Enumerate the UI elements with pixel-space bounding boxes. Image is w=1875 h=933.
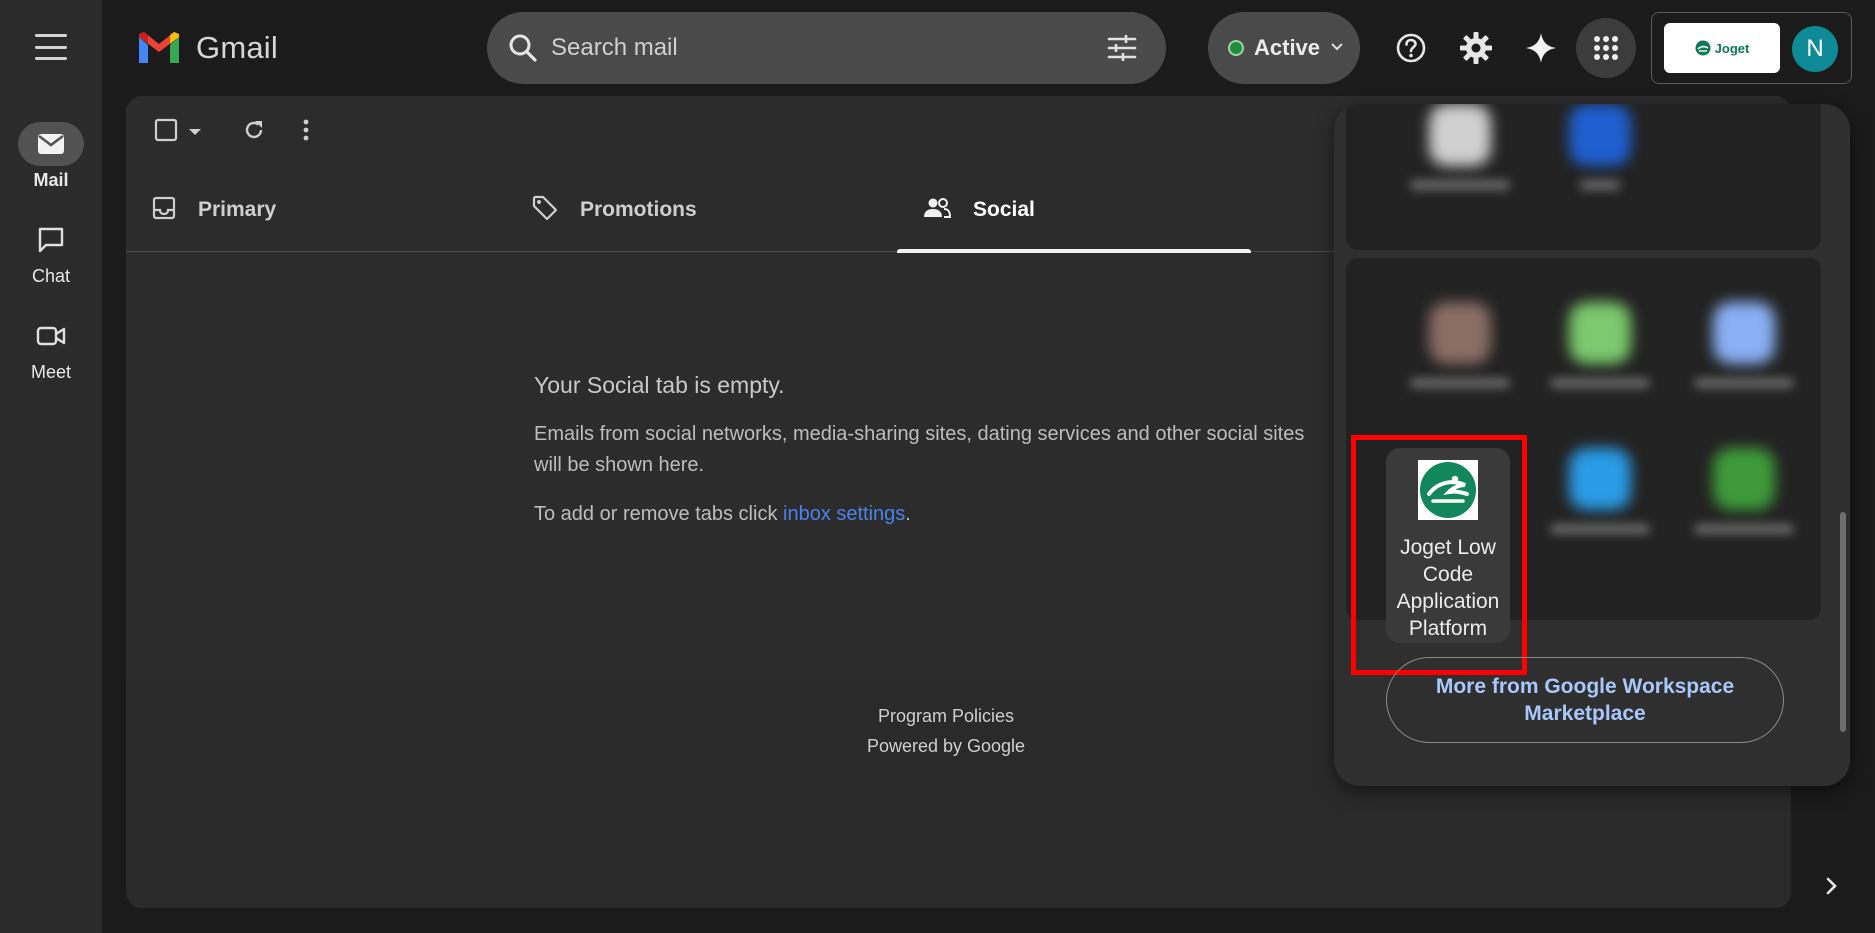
sidebar-item-label: Meet xyxy=(30,362,72,382)
search-icon[interactable] xyxy=(507,32,539,69)
app-tile[interactable] xyxy=(1679,448,1809,534)
chat-icon xyxy=(18,218,84,262)
sidebar-item-meet[interactable]: Meet xyxy=(0,314,102,383)
joget-logo-icon xyxy=(1695,40,1711,56)
tab-primary[interactable]: Primary xyxy=(126,168,480,252)
empty-state-title: Your Social tab is empty. xyxy=(534,372,785,398)
sidebar-item-label: Chat xyxy=(31,266,71,286)
search-options-icon[interactable] xyxy=(1107,34,1137,67)
more-from-marketplace-button[interactable]: More from Google Workspace Marketplace xyxy=(1386,657,1784,743)
tab-label: Promotions xyxy=(580,198,697,221)
blurred-app-icon xyxy=(1569,302,1631,364)
apps-panel-scrollbar[interactable] xyxy=(1840,512,1846,732)
active-status-dot xyxy=(1228,40,1244,56)
tab-label: Social xyxy=(973,198,1035,221)
status-label: Active xyxy=(1254,35,1321,60)
select-dropdown-icon[interactable] xyxy=(188,128,202,136)
blurred-app-icon xyxy=(1569,104,1631,166)
gear-icon[interactable] xyxy=(1452,24,1500,72)
chevron-down-icon xyxy=(1330,39,1344,57)
account-avatar[interactable]: N xyxy=(1792,26,1838,72)
sidebar-item-mail[interactable]: Mail xyxy=(0,122,102,191)
app-tile[interactable] xyxy=(1535,302,1665,388)
blurred-app-icon xyxy=(1713,302,1775,364)
description-line: will be shown here. xyxy=(534,454,705,476)
blurred-app-label xyxy=(1410,180,1510,190)
select-all-checkbox[interactable] xyxy=(154,118,178,142)
apps-section-top xyxy=(1346,104,1821,250)
app-tile[interactable] xyxy=(1395,302,1525,388)
mail-icon xyxy=(18,122,84,166)
blurred-app-label xyxy=(1694,524,1794,534)
tab-label: Primary xyxy=(198,198,277,221)
organization-name: Joget xyxy=(1714,40,1750,56)
people-icon xyxy=(923,197,952,224)
hint-text-end: . xyxy=(905,503,911,525)
main-menu-button[interactable] xyxy=(35,34,67,60)
tab-social[interactable]: Social xyxy=(897,168,1251,253)
blurred-app-icon xyxy=(1569,448,1631,510)
more-options-icon[interactable] xyxy=(302,118,310,142)
blurred-app-icon xyxy=(1429,302,1491,364)
inbox-settings-link[interactable]: inbox settings xyxy=(783,503,905,525)
search-bar[interactable] xyxy=(487,12,1166,84)
gmail-logo[interactable]: Gmail xyxy=(136,30,278,66)
google-apps-panel: Joget Low Code Application Platform More… xyxy=(1334,104,1850,786)
gemini-sparkle-icon[interactable] xyxy=(1517,24,1565,72)
app-tile[interactable] xyxy=(1679,302,1809,388)
tab-promotions[interactable]: Promotions xyxy=(506,168,860,252)
search-input[interactable] xyxy=(551,26,1051,70)
app-tile[interactable] xyxy=(1535,104,1665,190)
tag-icon xyxy=(532,195,558,226)
empty-state-description: Emails from social networks, media-shari… xyxy=(534,419,1434,481)
blurred-app-label xyxy=(1694,378,1794,388)
empty-state: Your Social tab is empty. Emails from so… xyxy=(534,372,1434,526)
joget-logo-icon xyxy=(1418,460,1478,520)
left-rail: Mail Chat Meet xyxy=(0,0,102,933)
video-camera-icon xyxy=(18,314,84,358)
app-tile-joget[interactable]: Joget Low Code Application Platform xyxy=(1386,448,1510,643)
chevron-right-icon[interactable] xyxy=(1822,876,1842,901)
blurred-app-label xyxy=(1410,378,1510,388)
status-selector[interactable]: Active xyxy=(1208,12,1360,84)
inbox-settings-hint: To add or remove tabs click inbox settin… xyxy=(534,503,1434,526)
help-icon[interactable] xyxy=(1387,24,1435,72)
blurred-app-icon xyxy=(1713,448,1775,510)
app-name: Gmail xyxy=(196,30,278,65)
app-tile-label: Joget Low Code Application Platform xyxy=(1396,536,1500,640)
top-bar: Gmail Active Joget N xyxy=(102,0,1875,96)
refresh-icon[interactable] xyxy=(242,118,266,142)
blurred-app-icon xyxy=(1429,104,1491,166)
account-area: Joget N xyxy=(1651,12,1852,84)
gmail-m-icon xyxy=(139,32,179,63)
description-line: Emails from social networks, media-shari… xyxy=(534,423,1305,445)
blurred-app-label xyxy=(1550,378,1650,388)
sidebar-item-chat[interactable]: Chat xyxy=(0,218,102,287)
organization-badge[interactable]: Joget xyxy=(1664,23,1780,73)
app-tile[interactable] xyxy=(1395,104,1525,190)
google-apps-grid-icon[interactable] xyxy=(1576,18,1636,78)
blurred-app-label xyxy=(1550,524,1650,534)
hint-text: To add or remove tabs click xyxy=(534,503,783,525)
blurred-app-label xyxy=(1580,180,1620,190)
app-tile[interactable] xyxy=(1535,448,1665,534)
inbox-icon xyxy=(152,196,176,225)
sidebar-item-label: Mail xyxy=(33,170,69,190)
